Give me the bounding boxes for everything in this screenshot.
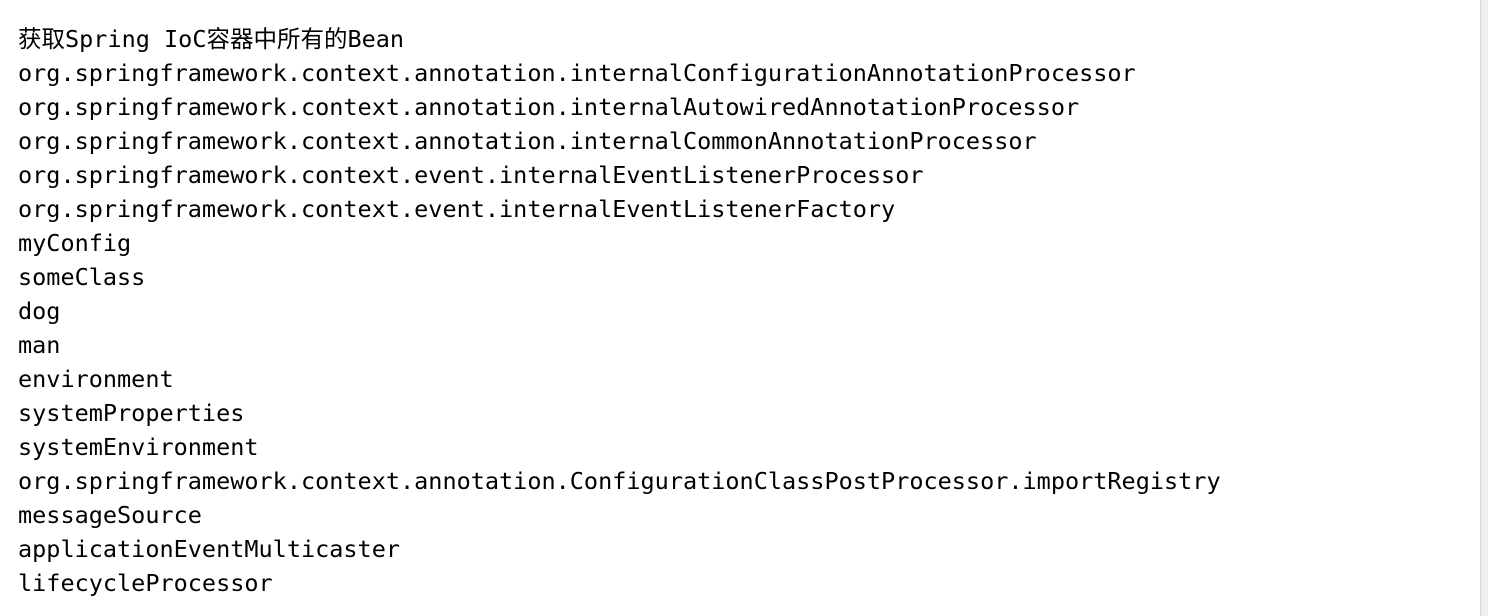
output-line: man <box>18 331 61 359</box>
output-line: lifecycleProcessor <box>18 569 273 597</box>
output-line-header: 获取Spring IoC容器中所有的Bean <box>18 25 405 53</box>
output-line: org.springframework.context.annotation.i… <box>18 93 1080 121</box>
output-line: systemProperties <box>18 399 245 427</box>
vertical-scrollbar[interactable] <box>1480 0 1488 616</box>
output-line: systemEnvironment <box>18 433 259 461</box>
output-line: applicationEventMulticaster <box>18 535 401 563</box>
output-line: messageSource <box>18 501 202 529</box>
console-output[interactable]: 获取Spring IoC容器中所有的Bean org.springframewo… <box>0 0 1480 616</box>
output-line: org.springframework.context.annotation.i… <box>18 127 1037 155</box>
output-line: myConfig <box>18 229 132 257</box>
output-line: org.springframework.context.annotation.i… <box>18 59 1136 87</box>
output-line: org.springframework.context.event.intern… <box>18 195 896 223</box>
output-line: dog <box>18 297 61 325</box>
output-line: someClass <box>18 263 146 291</box>
output-line: org.springframework.context.annotation.C… <box>18 467 1221 495</box>
output-line: environment <box>18 365 174 393</box>
output-lines: 获取Spring IoC容器中所有的Bean org.springframewo… <box>18 22 1480 600</box>
output-line: org.springframework.context.event.intern… <box>18 161 924 189</box>
